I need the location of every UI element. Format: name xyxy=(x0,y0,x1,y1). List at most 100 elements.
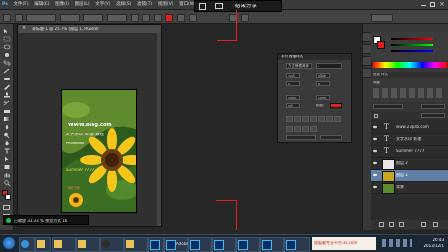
menu-select[interactable]: 选择(S) xyxy=(114,0,133,10)
tray-banner[interactable]: 搜狐最专业平台 zs.com xyxy=(312,237,376,250)
faux-italic-icon[interactable] xyxy=(294,116,301,122)
layer-row[interactable]: T www.23psb.com xyxy=(371,122,448,134)
crop-tool-icon[interactable] xyxy=(3,60,11,66)
baseline-shift-field[interactable]: 0点 xyxy=(286,103,300,108)
subscript-icon[interactable] xyxy=(326,116,333,122)
antialias-select[interactable] xyxy=(320,135,342,140)
marquee-tool-icon[interactable] xyxy=(3,36,11,42)
fill-field[interactable] xyxy=(421,113,445,118)
superscript-icon[interactable] xyxy=(318,116,325,122)
clock-time[interactable]: 20:43 xyxy=(432,238,444,242)
close-icon[interactable]: × xyxy=(439,1,445,8)
font-family-dropdown[interactable] xyxy=(26,14,57,22)
clock-date[interactable]: 2013/12/1 xyxy=(423,244,444,248)
character-panel-titlebar[interactable]: 字符 段落样式 xyxy=(278,54,351,60)
eyedropper-tool-icon[interactable] xyxy=(3,68,11,74)
screen-icon[interactable] xyxy=(215,3,223,9)
antialias-dropdown[interactable] xyxy=(106,14,127,22)
mode-button[interactable] xyxy=(240,14,249,22)
visibility-eye-icon[interactable] xyxy=(373,161,377,165)
move-tool-icon[interactable] xyxy=(3,28,11,34)
blur-tool-icon[interactable] xyxy=(3,124,11,130)
menu-image[interactable]: 图像(I) xyxy=(53,0,71,10)
language-select[interactable] xyxy=(286,135,316,140)
bg-color-chip[interactable] xyxy=(377,41,385,49)
menu-view[interactable]: 视图(V) xyxy=(156,0,176,10)
history-brush-tool-icon[interactable] xyxy=(3,100,11,106)
type-tool-icon[interactable] xyxy=(3,148,11,154)
workspace-button[interactable] xyxy=(371,14,394,22)
visibility-eye-icon[interactable] xyxy=(373,149,377,153)
font-size-dropdown[interactable] xyxy=(83,14,104,22)
menu-file[interactable]: 文件(F) xyxy=(12,0,31,10)
gradient-tool-icon[interactable] xyxy=(3,116,11,122)
green-slider[interactable] xyxy=(391,44,433,46)
stamp-tool-icon[interactable] xyxy=(3,92,11,98)
taskbar-app[interactable] xyxy=(124,237,148,252)
end-share-button[interactable]: 结束分享 xyxy=(235,4,257,10)
font-family-select[interactable]: 方正静蕾简体 xyxy=(286,63,312,69)
fractions-icon[interactable] xyxy=(310,126,317,132)
taskbar-app[interactable] xyxy=(236,237,260,252)
kerning-field[interactable]: 0 xyxy=(286,81,300,86)
small-caps-icon[interactable] xyxy=(310,116,317,122)
warp-text-button[interactable] xyxy=(176,14,185,22)
taskbar-app[interactable] xyxy=(76,237,100,252)
layer-row[interactable]: T Summer 7777 xyxy=(371,146,448,158)
stop-share-icon[interactable] xyxy=(199,3,206,10)
mask-icon[interactable] xyxy=(399,222,404,227)
delete-layer-icon[interactable] xyxy=(433,222,438,227)
background-color-swatch[interactable] xyxy=(5,194,11,200)
menu-layer[interactable]: 图层(L) xyxy=(73,0,92,10)
pen-tool-icon[interactable] xyxy=(3,140,11,146)
layer-row[interactable]: T 文字水印 处理 xyxy=(371,134,448,146)
canvas-image[interactable]: WWW.Bisg.com 文字水印 处理 教程 Photoshop Summer… xyxy=(61,89,137,213)
taskbar-app[interactable] xyxy=(52,237,76,252)
menu-filter[interactable]: 滤镜(T) xyxy=(135,0,154,10)
character-panel-button[interactable] xyxy=(188,14,197,22)
visibility-eye-icon[interactable] xyxy=(373,185,377,189)
opacity-field[interactable] xyxy=(421,104,445,109)
quick-mask-icon[interactable] xyxy=(3,205,10,210)
taskbar-app[interactable] xyxy=(188,237,212,252)
visibility-eye-icon[interactable] xyxy=(373,125,377,129)
menu-type[interactable]: 文字(Y) xyxy=(93,0,112,10)
visibility-eye-icon[interactable] xyxy=(373,137,377,141)
menu-edit[interactable]: 编辑(E) xyxy=(32,0,51,10)
layer-row[interactable]: 背景 xyxy=(371,182,448,194)
maximize-icon[interactable] xyxy=(430,2,435,7)
vertical-scale-field[interactable]: 100% xyxy=(286,95,300,100)
align-center-button[interactable] xyxy=(142,14,151,22)
visibility-eye-icon[interactable] xyxy=(373,173,377,177)
taskbar-app[interactable] xyxy=(100,237,124,252)
text-color-picker[interactable] xyxy=(330,103,342,108)
font-size-field[interactable]: 72点 xyxy=(286,73,300,78)
character-panel-tab[interactable]: 字符 段落样式 xyxy=(281,55,303,59)
adjustment-icons[interactable] xyxy=(373,88,443,98)
align-left-button[interactable] xyxy=(130,14,139,22)
brush-tool-icon[interactable] xyxy=(3,84,11,90)
tool-preset-button[interactable] xyxy=(3,14,11,22)
all-caps-icon[interactable] xyxy=(302,116,309,122)
text-color-swatch[interactable] xyxy=(165,14,174,22)
zoom-tool-icon[interactable] xyxy=(3,180,11,186)
start-button[interactable] xyxy=(3,237,15,249)
font-style-dropdown[interactable] xyxy=(59,14,80,22)
new-layer-icon[interactable] xyxy=(421,222,426,227)
eraser-tool-icon[interactable] xyxy=(3,108,11,114)
tray-icons[interactable] xyxy=(382,239,412,247)
blue-slider[interactable] xyxy=(391,50,433,52)
lasso-tool-icon[interactable] xyxy=(3,44,11,50)
taskbar-app-photoshop[interactable]: Adobe.. xyxy=(164,237,191,252)
layer-row-selected[interactable]: 图层 1 xyxy=(371,170,448,182)
document-scrollbar[interactable] xyxy=(157,33,161,226)
healing-brush-tool-icon[interactable] xyxy=(3,76,11,82)
tracking-field[interactable]: 0 xyxy=(316,81,330,86)
leading-field[interactable]: (自动) xyxy=(316,73,330,78)
document-tab[interactable]: × 未标题-1 @ 25.7% (图层 1, RGB/8) xyxy=(18,25,161,33)
taskbar-app[interactable] xyxy=(260,237,284,252)
taskbar-app[interactable] xyxy=(284,237,310,252)
red-slider[interactable] xyxy=(391,38,433,40)
quick-select-tool-icon[interactable] xyxy=(3,52,11,58)
color-spectrum[interactable] xyxy=(373,62,447,68)
